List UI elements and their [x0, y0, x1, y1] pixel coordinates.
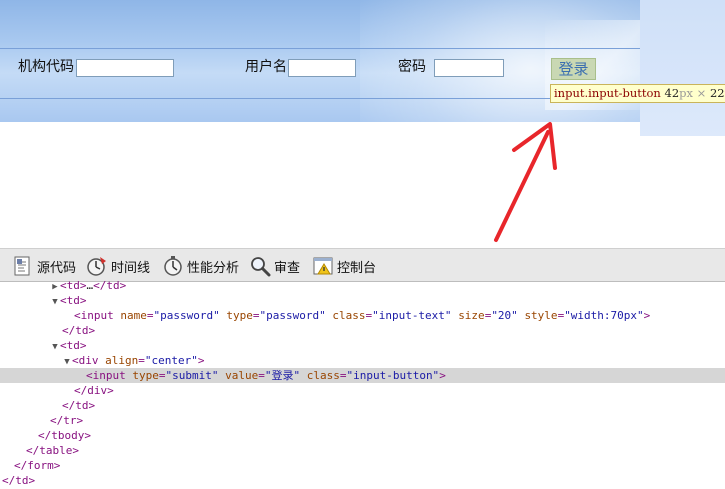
- dom-node-text: </td>: [62, 324, 96, 337]
- tab-console-label: 控制台: [337, 260, 377, 276]
- tab-timeline[interactable]: 时间线: [86, 253, 150, 279]
- dom-node-line[interactable]: <input name="password" type="password" c…: [0, 308, 725, 323]
- banner-divider-top: [0, 48, 703, 49]
- tab-timeline-label: 时间线: [111, 260, 151, 276]
- username-input[interactable]: [288, 59, 356, 77]
- dom-node-line[interactable]: </tr>: [0, 413, 725, 428]
- tab-source[interactable]: 源代码: [12, 253, 76, 279]
- password-label: 密码: [398, 59, 426, 75]
- banner-right-panel: [640, 0, 725, 136]
- timeline-icon: [86, 255, 108, 277]
- tab-profiler-label: 性能分析: [187, 260, 240, 276]
- dom-node-line[interactable]: </table>: [0, 443, 725, 458]
- dom-node-text: </div>: [74, 384, 114, 397]
- dom-tree-panel: ▶ <td>…</td> ▼ <td> <input name="password"…: [0, 279, 725, 489]
- tooltip-times: ×: [696, 86, 707, 100]
- dom-node-text: <td>…</td>: [60, 279, 127, 292]
- dom-node-line[interactable]: </td>: [0, 473, 725, 488]
- tab-audits-label: 审查: [274, 260, 301, 276]
- devtools-toolbar: 源代码 时间线 性能分析 审查 控制台: [0, 248, 725, 282]
- tooltip-height: 22: [709, 86, 725, 100]
- dom-node-text: <input type="submit" value="登录" class="i…: [86, 369, 446, 382]
- dom-node-line[interactable]: </td>: [0, 398, 725, 413]
- org-code-label: 机构代码: [18, 59, 74, 75]
- password-input[interactable]: [434, 59, 504, 77]
- dom-node-text: </tr>: [50, 414, 84, 427]
- dom-node-text: <td>: [60, 339, 87, 352]
- annotation-arrow-icon: [494, 122, 557, 242]
- element-size-tooltip: input.input-button 42px × 22px: [550, 84, 725, 103]
- dom-node-text: </td>: [2, 474, 36, 487]
- dom-node-text: <input name="password" type="password" c…: [74, 309, 651, 322]
- dom-node-line[interactable]: </div>: [0, 383, 725, 398]
- dom-node-line-selected[interactable]: <input type="submit" value="登录" class="i…: [0, 368, 725, 383]
- dom-node-text: </td>: [62, 399, 96, 412]
- dom-node-line[interactable]: ▶ <td>…</td>: [0, 278, 725, 293]
- dom-node-line[interactable]: </td>: [0, 323, 725, 338]
- dom-node-line[interactable]: ▼ <div align="center">: [0, 353, 725, 368]
- dom-node-line[interactable]: </form>: [0, 458, 725, 473]
- login-button[interactable]: 登录: [551, 58, 596, 80]
- org-code-input[interactable]: [76, 59, 174, 77]
- audits-icon: [249, 255, 271, 277]
- dom-node-line[interactable]: ▼ <td>: [0, 293, 725, 308]
- profiler-icon: [162, 255, 184, 277]
- dom-node-text: </tbody>: [38, 429, 91, 442]
- dom-node-text: </form>: [14, 459, 61, 472]
- console-icon: [312, 255, 334, 277]
- tab-console[interactable]: 控制台: [312, 253, 376, 279]
- username-label: 用户名: [245, 59, 287, 75]
- tab-audits[interactable]: 审查: [249, 253, 300, 279]
- source-code-icon: [12, 255, 34, 277]
- tab-source-label: 源代码: [37, 260, 77, 276]
- tooltip-width-unit: px: [679, 86, 693, 100]
- dom-node-text: <div align="center">: [72, 354, 205, 367]
- dom-node-text: <td>: [60, 294, 87, 307]
- tooltip-class: .input-button: [584, 86, 661, 100]
- dom-node-line[interactable]: ▼ <td>: [0, 338, 725, 353]
- tooltip-width: 42: [664, 86, 680, 100]
- tooltip-tag: input: [554, 86, 585, 100]
- screenshot-root: 机构代码 用户名 密码 登录 input.input-button 42px ×…: [0, 0, 725, 489]
- tab-profiler[interactable]: 性能分析: [162, 253, 239, 279]
- dom-node-text: </table>: [26, 444, 79, 457]
- dom-node-line[interactable]: </tbody>: [0, 428, 725, 443]
